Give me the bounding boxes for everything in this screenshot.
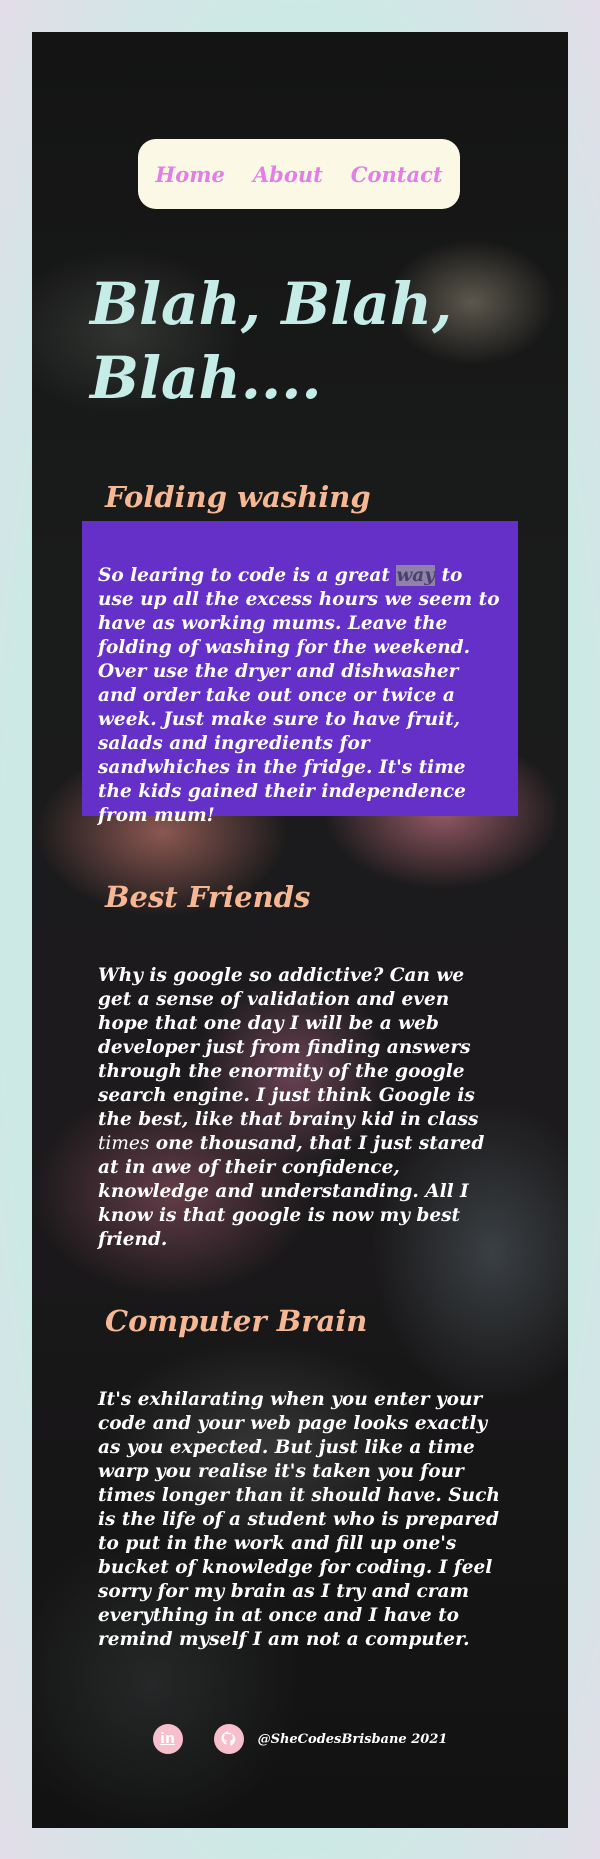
- section-heading-folding-washing: Folding washing: [105, 480, 371, 514]
- footer: in @SheCodesBrisbane 2021: [32, 1722, 568, 1756]
- linkedin-icon[interactable]: in: [152, 1724, 183, 1754]
- section-heading-computer-brain: Computer Brain: [105, 1304, 368, 1338]
- nav-link-about[interactable]: About: [253, 162, 323, 187]
- section-text-computer-brain: It's exhilarating when you enter your co…: [98, 1389, 500, 1650]
- highlighted-word: way: [396, 565, 436, 586]
- section-heading-best-friends: Best Friends: [105, 880, 311, 914]
- page-title: Blah, Blah, Blah....: [90, 270, 453, 412]
- section-text-best-friends: Why is google so addictive? Can we get a…: [98, 965, 485, 1250]
- emphasized-word: times: [98, 1133, 150, 1154]
- github-octocat-icon: [221, 1731, 235, 1746]
- nav-link-contact[interactable]: Contact: [351, 162, 443, 187]
- nav-bar: Home About Contact: [138, 139, 460, 209]
- nav-link-home[interactable]: Home: [155, 162, 224, 187]
- page-card: Home About Contact Blah, Blah, Blah.... …: [32, 32, 568, 1828]
- section-text-folding-washing: So learing to code is a great way to use…: [98, 565, 500, 826]
- footer-credit: @SheCodesBrisbane 2021: [257, 1731, 448, 1747]
- github-icon[interactable]: [213, 1724, 244, 1754]
